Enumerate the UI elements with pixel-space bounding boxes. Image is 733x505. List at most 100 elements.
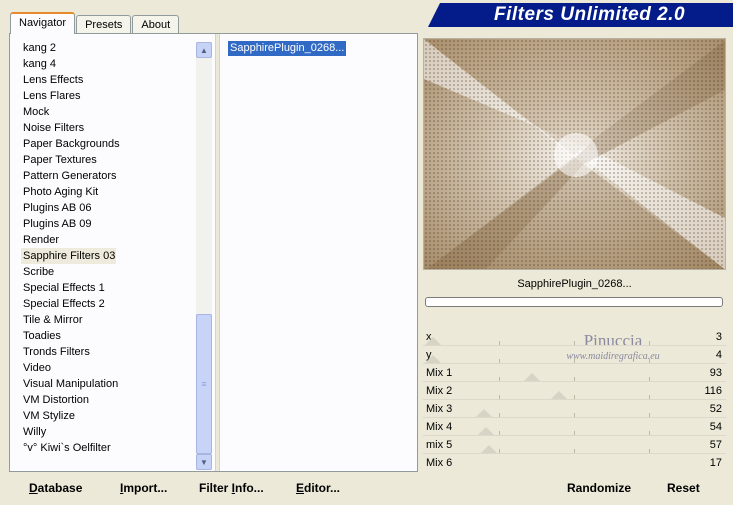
filter-item[interactable]: Pattern Generators bbox=[21, 168, 201, 184]
scroll-down-button[interactable]: ▼ bbox=[196, 454, 212, 470]
param-row-x[interactable]: x 3 bbox=[423, 328, 726, 346]
param-label: Mix 6 bbox=[426, 457, 453, 469]
filter-item[interactable]: Noise Filters bbox=[21, 120, 201, 136]
filter-item[interactable]: Render bbox=[21, 232, 201, 248]
slider-thumb[interactable] bbox=[481, 445, 497, 453]
slider-thumb[interactable] bbox=[478, 427, 494, 435]
slider-thumb[interactable] bbox=[425, 337, 441, 345]
filter-item[interactable]: Toadies bbox=[21, 328, 201, 344]
chevron-up-icon: ▲ bbox=[200, 45, 208, 55]
param-value: 57 bbox=[709, 439, 722, 451]
slider-tick bbox=[574, 413, 575, 417]
database-mnemonic: D bbox=[29, 481, 38, 495]
param-label: Mix 3 bbox=[426, 403, 453, 415]
filter-item[interactable]: Video bbox=[21, 360, 201, 376]
preview-filter-name: SapphirePlugin_0268... bbox=[517, 278, 632, 290]
slider-tick bbox=[574, 431, 575, 435]
slider-thumb[interactable] bbox=[476, 409, 492, 417]
filter-item-selected[interactable]: Sapphire Filters 03 bbox=[21, 248, 116, 264]
slider-tick bbox=[649, 431, 650, 435]
slider-tick bbox=[649, 413, 650, 417]
filter-info-label-pre: Filter bbox=[199, 481, 232, 495]
slider-thumb[interactable] bbox=[524, 373, 540, 381]
filter-item[interactable]: Willy bbox=[21, 424, 201, 440]
slider-tick bbox=[574, 341, 575, 345]
param-value: 4 bbox=[715, 349, 722, 361]
param-row-mix1[interactable]: Mix 1 93 bbox=[423, 364, 726, 382]
tab-navigator[interactable]: Navigator bbox=[10, 12, 76, 34]
reset-button[interactable]: Reset bbox=[667, 476, 700, 500]
reset-label: Reset bbox=[667, 481, 700, 495]
preview-image-graphic bbox=[424, 39, 725, 269]
app-title: Filters Unlimited 2.0 bbox=[493, 4, 686, 25]
database-button[interactable]: Database bbox=[29, 476, 82, 500]
slider-tick bbox=[499, 431, 500, 435]
chevron-down-icon: ▼ bbox=[200, 457, 208, 467]
filter-list-scrollbar[interactable]: ▲ ≡ ▼ bbox=[196, 42, 212, 470]
param-value: 93 bbox=[709, 367, 722, 379]
param-value: 17 bbox=[709, 457, 722, 469]
navigator-panel: kang 2 kang 4 Lens Effects Lens Flares M… bbox=[9, 33, 418, 472]
filter-item[interactable]: Mock bbox=[21, 104, 201, 120]
filter-item[interactable]: Scribe bbox=[21, 264, 201, 280]
slider-tick bbox=[499, 413, 500, 417]
filter-item[interactable]: kang 4 bbox=[21, 56, 201, 72]
filter-item[interactable]: Lens Effects bbox=[21, 72, 201, 88]
filter-item[interactable]: Visual Manipulation bbox=[21, 376, 201, 392]
grip-icon: ≡ bbox=[201, 379, 207, 389]
slider-tick bbox=[574, 395, 575, 399]
filter-item[interactable]: Lens Flares bbox=[21, 88, 201, 104]
slider-tick bbox=[649, 395, 650, 399]
editor-mnemonic: E bbox=[296, 481, 305, 495]
randomize-label: Randomize bbox=[567, 481, 632, 495]
slider-tick bbox=[649, 377, 650, 381]
param-value: 54 bbox=[709, 421, 722, 433]
param-label: Mix 4 bbox=[426, 421, 453, 433]
scroll-up-button[interactable]: ▲ bbox=[196, 42, 212, 58]
filter-info-label: nfo... bbox=[235, 481, 264, 495]
param-row-y[interactable]: y 4 bbox=[423, 346, 726, 364]
param-row-mix3[interactable]: Mix 3 52 bbox=[423, 400, 726, 418]
param-value: 3 bbox=[715, 331, 722, 343]
param-value: 116 bbox=[704, 385, 722, 397]
filter-item[interactable]: kang 2 bbox=[21, 40, 201, 56]
tab-bar: Navigator Presets About bbox=[10, 12, 180, 34]
param-row-mix4[interactable]: Mix 4 54 bbox=[423, 418, 726, 436]
editor-button[interactable]: Editor... bbox=[296, 476, 340, 500]
filter-item[interactable]: Special Effects 2 bbox=[21, 296, 201, 312]
filter-category-list: kang 2 kang 4 Lens Effects Lens Flares M… bbox=[21, 40, 201, 456]
filter-item[interactable]: VM Stylize bbox=[21, 408, 201, 424]
slider-thumb[interactable] bbox=[425, 355, 441, 363]
slider-tick bbox=[574, 377, 575, 381]
filter-item[interactable]: Plugins AB 09 bbox=[21, 216, 201, 232]
slider-tick bbox=[499, 377, 500, 381]
tab-presets[interactable]: Presets bbox=[76, 15, 132, 34]
plugin-item-selected[interactable]: SapphirePlugin_0268... bbox=[228, 41, 347, 56]
filter-item[interactable]: °v° Kiwi`s Oelfilter bbox=[21, 440, 201, 456]
slider-tick bbox=[649, 359, 650, 363]
filter-info-button[interactable]: Filter Info... bbox=[199, 476, 264, 500]
tab-about[interactable]: About bbox=[132, 15, 180, 34]
slider-tick bbox=[499, 449, 500, 453]
filter-item[interactable]: Tronds Filters bbox=[21, 344, 201, 360]
param-row-mix6[interactable]: Mix 6 17 bbox=[423, 454, 726, 472]
filter-item[interactable]: VM Distortion bbox=[21, 392, 201, 408]
randomize-button[interactable]: Randomize bbox=[567, 476, 631, 500]
preview-image bbox=[423, 38, 726, 270]
param-row-mix5[interactable]: mix 5 57 bbox=[423, 436, 726, 454]
filter-item[interactable]: Photo Aging Kit bbox=[21, 184, 201, 200]
import-button[interactable]: Import... bbox=[120, 476, 167, 500]
filter-item[interactable]: Plugins AB 06 bbox=[21, 200, 201, 216]
progress-bar bbox=[425, 297, 723, 307]
param-label: mix 5 bbox=[426, 439, 453, 451]
filter-item[interactable]: Tile & Mirror bbox=[21, 312, 201, 328]
list-divider bbox=[215, 34, 220, 471]
database-label: atabase bbox=[37, 481, 83, 495]
filter-item[interactable]: Paper Backgrounds bbox=[21, 136, 201, 152]
filter-item[interactable]: Special Effects 1 bbox=[21, 280, 201, 296]
slider-thumb[interactable] bbox=[551, 391, 567, 399]
scroll-thumb[interactable]: ≡ bbox=[196, 314, 212, 454]
param-row-mix2[interactable]: Mix 2 116 bbox=[423, 382, 726, 400]
filter-item[interactable]: Paper Textures bbox=[21, 152, 201, 168]
slider-tick bbox=[649, 341, 650, 345]
